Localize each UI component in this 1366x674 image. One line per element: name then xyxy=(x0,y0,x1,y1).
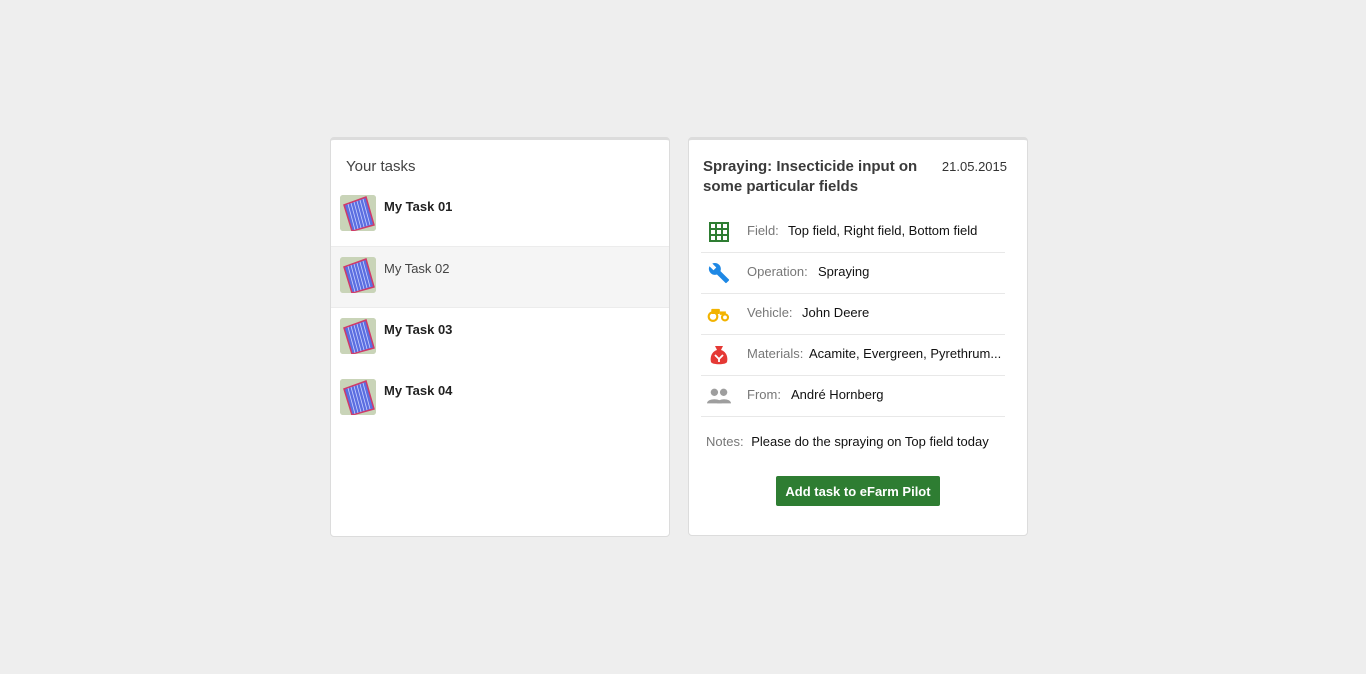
field-map-thumbnail xyxy=(340,318,376,354)
field-map-thumbnail xyxy=(340,257,376,293)
from-value: André Hornberg xyxy=(791,387,884,402)
task-title: Spraying: Insecticide input on some part… xyxy=(703,158,918,195)
field-map-thumbnail xyxy=(340,195,376,231)
wrench-icon xyxy=(707,262,731,284)
task-name: My Task 01 xyxy=(384,199,453,214)
task-item-3[interactable]: My Task 03 xyxy=(331,308,669,369)
field-label: Field: xyxy=(747,223,779,238)
task-item-2[interactable]: My Task 02 xyxy=(331,246,669,308)
vehicle-row: Vehicle: John Deere xyxy=(701,294,1005,335)
tractor-icon xyxy=(707,303,731,325)
people-icon xyxy=(707,385,731,407)
operation-value: Spraying xyxy=(818,264,870,279)
from-label: From: xyxy=(747,387,781,402)
task-name: My Task 02 xyxy=(384,261,450,276)
task-detail-panel: Spraying: Insecticide input on some part… xyxy=(688,137,1028,536)
materials-row: Materials: Acamite, Evergreen, Pyrethrum… xyxy=(701,335,1005,376)
task-name: My Task 04 xyxy=(384,383,453,398)
notes-value: Please do the spraying on Top field toda… xyxy=(751,434,989,449)
vehicle-label: Vehicle: xyxy=(747,305,793,320)
sack-icon xyxy=(707,344,731,366)
task-detail-rows: Field: Top field, Right field, Bottom fi… xyxy=(701,212,1005,417)
task-list: My Task 01 My Task 02 My Task 03 My Task… xyxy=(331,185,669,430)
tasks-panel-title: Your tasks xyxy=(346,158,416,175)
add-task-button[interactable]: Add task to eFarm Pilot xyxy=(776,476,940,506)
vehicle-value: John Deere xyxy=(802,305,870,320)
notes-label: Notes: xyxy=(706,434,744,449)
materials-label: Materials: xyxy=(747,346,804,361)
task-item-4[interactable]: My Task 04 xyxy=(331,369,669,430)
task-name: My Task 03 xyxy=(384,322,453,337)
tasks-panel: Your tasks My Task 01 My Task 02 My Task… xyxy=(330,137,670,537)
notes: Notes: Please do the spraying on Top fie… xyxy=(706,434,989,449)
operation-row: Operation: Spraying xyxy=(701,253,1005,294)
task-item-1[interactable]: My Task 01 xyxy=(331,185,669,246)
materials-value: Acamite, Evergreen, Pyrethrum... xyxy=(809,346,1002,361)
field-value: Top field, Right field, Bottom field xyxy=(788,223,978,238)
field-row: Field: Top field, Right field, Bottom fi… xyxy=(701,212,1005,253)
from-row: From: André Hornberg xyxy=(701,376,1005,417)
task-date: 21.05.2015 xyxy=(941,159,1007,174)
grid-icon xyxy=(707,221,731,243)
field-map-thumbnail xyxy=(340,379,376,415)
operation-label: Operation: xyxy=(747,264,808,279)
